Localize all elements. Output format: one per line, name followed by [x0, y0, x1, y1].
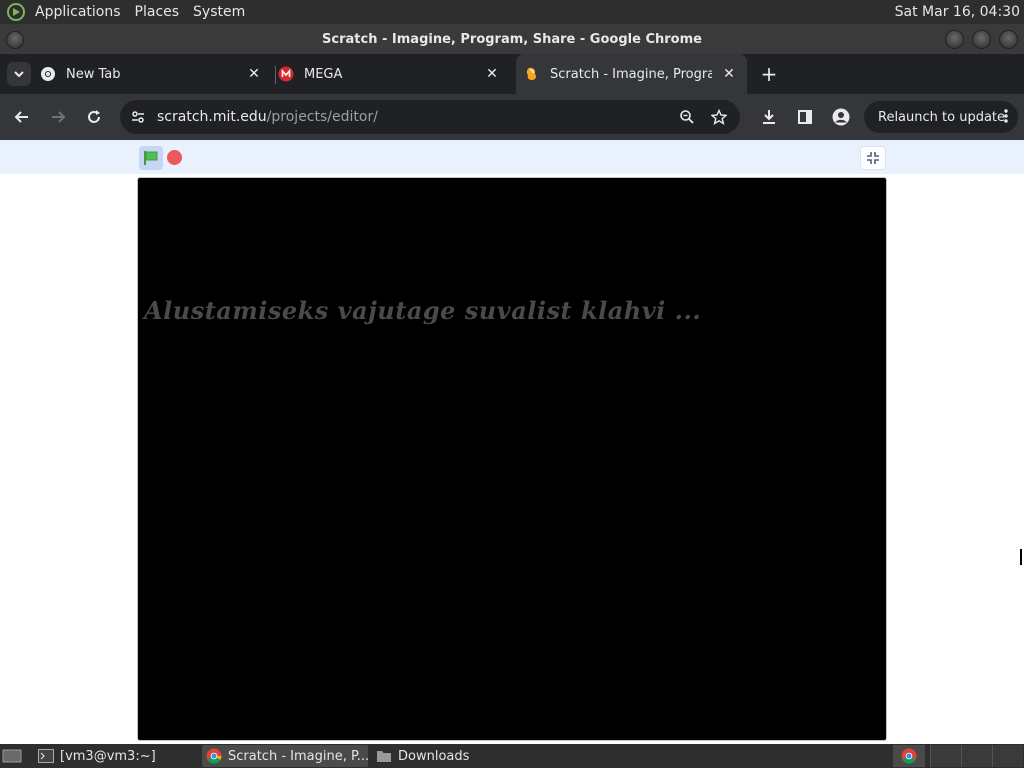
bottom-taskbar: [vm3@vm3:~] Scratch - Imagine, P... Down…	[0, 744, 1024, 768]
chevron-down-icon	[14, 71, 24, 78]
tab-divider	[275, 66, 276, 84]
chrome-icon	[40, 66, 56, 82]
green-flag-icon	[144, 151, 158, 165]
green-flag-button[interactable]	[139, 146, 163, 170]
relaunch-to-update-button[interactable]: Relaunch to update	[864, 101, 1018, 133]
scratch-icon	[524, 66, 540, 82]
taskbar-item-label: Scratch - Imagine, P...	[228, 748, 368, 764]
mega-icon	[278, 66, 294, 82]
mouse-cursor-icon	[1020, 548, 1024, 566]
maximize-button[interactable]	[972, 30, 991, 49]
tab-search-button[interactable]	[7, 62, 31, 86]
kebab-menu-icon[interactable]	[1004, 108, 1008, 128]
reload-icon	[88, 110, 100, 123]
new-tab-button[interactable]: +	[757, 62, 781, 86]
close-tab-icon[interactable]: ✕	[484, 66, 500, 82]
project-stage[interactable]: Alustamiseks vajutage suvalist klahvi ..…	[137, 177, 887, 741]
tab-title: MEGA	[304, 66, 343, 82]
window-title: Scratch - Imagine, Program, Share - Goog…	[322, 31, 702, 47]
avatar-icon	[832, 108, 850, 126]
forward-button[interactable]	[46, 105, 70, 129]
tab-strip: New Tab ✕ MEGA ✕ Scratch - Imagine, Prog…	[0, 54, 1024, 94]
tab-title: New Tab	[66, 66, 121, 82]
taskbar-item-label: Downloads	[398, 748, 470, 764]
close-window-button[interactable]	[999, 30, 1018, 49]
applications-menu[interactable]: Applications	[28, 4, 128, 20]
side-panel-button[interactable]	[793, 105, 817, 129]
desktop-icon	[2, 749, 22, 763]
chrome-icon	[206, 748, 222, 764]
stop-button[interactable]	[167, 150, 182, 165]
system-top-panel: Applications Places System Sat Mar 16, 0…	[0, 0, 1024, 24]
taskbar-item-chrome[interactable]: Scratch - Imagine, P...	[202, 745, 368, 767]
site-info-icon[interactable]	[126, 105, 150, 129]
workspace-3[interactable]	[992, 745, 1023, 767]
workspace-2[interactable]	[961, 745, 992, 767]
reload-button[interactable]	[82, 105, 106, 129]
close-tab-icon[interactable]: ✕	[721, 66, 737, 82]
show-desktop-button[interactable]	[2, 745, 26, 767]
download-icon	[763, 110, 775, 124]
workspace-1[interactable]	[930, 745, 961, 767]
downloads-button[interactable]	[757, 105, 781, 129]
stage-message: Alustamiseks vajutage suvalist klahvi ..…	[144, 296, 702, 325]
window-menu-button[interactable]	[6, 31, 24, 49]
terminal-icon	[38, 748, 54, 764]
window-titlebar: Scratch - Imagine, Program, Share - Goog…	[0, 24, 1024, 54]
zoom-icon[interactable]	[675, 105, 699, 129]
relaunch-label: Relaunch to update	[878, 109, 1006, 125]
profile-button[interactable]	[829, 105, 853, 129]
taskbar-item-label: [vm3@vm3:~]	[60, 748, 156, 764]
url-text: scratch.mit.edu/projects/editor/	[157, 100, 378, 134]
plus-icon: +	[760, 62, 778, 86]
browser-toolbar: scratch.mit.edu/projects/editor/ Relaunc…	[0, 94, 1024, 140]
arrow-left-icon	[14, 111, 28, 123]
taskbar-item-terminal[interactable]: [vm3@vm3:~]	[34, 745, 198, 767]
arrow-right-icon	[52, 111, 66, 123]
bookmark-star-icon[interactable]	[707, 105, 731, 129]
stage-header-bar	[0, 140, 1024, 174]
exit-fullscreen-icon	[867, 152, 879, 164]
folder-icon	[376, 748, 392, 764]
distro-logo-icon[interactable]	[4, 0, 28, 24]
tab-new-tab[interactable]: New Tab ✕	[40, 54, 272, 94]
tab-scratch[interactable]: Scratch - Imagine, Program, Share ✕	[516, 54, 747, 94]
back-button[interactable]	[10, 105, 34, 129]
minimize-button[interactable]	[945, 30, 964, 49]
url-path: /projects/editor/	[266, 109, 378, 125]
side-panel-icon	[798, 110, 812, 124]
tab-mega[interactable]: MEGA ✕	[278, 54, 510, 94]
url-host: scratch.mit.edu	[157, 109, 267, 125]
places-menu[interactable]: Places	[128, 4, 187, 20]
clock[interactable]: Sat Mar 16, 04:30	[895, 0, 1020, 24]
page-content: Alustamiseks vajutage suvalist klahvi ..…	[0, 140, 1024, 744]
tray-chrome-icon[interactable]	[893, 745, 925, 767]
close-tab-icon[interactable]: ✕	[246, 66, 262, 82]
exit-fullscreen-button[interactable]	[860, 146, 886, 170]
tab-title: Scratch - Imagine, Program, Share	[550, 66, 712, 82]
address-bar[interactable]: scratch.mit.edu/projects/editor/	[120, 100, 740, 134]
taskbar-item-downloads[interactable]: Downloads	[372, 745, 536, 767]
system-menu[interactable]: System	[186, 4, 252, 20]
